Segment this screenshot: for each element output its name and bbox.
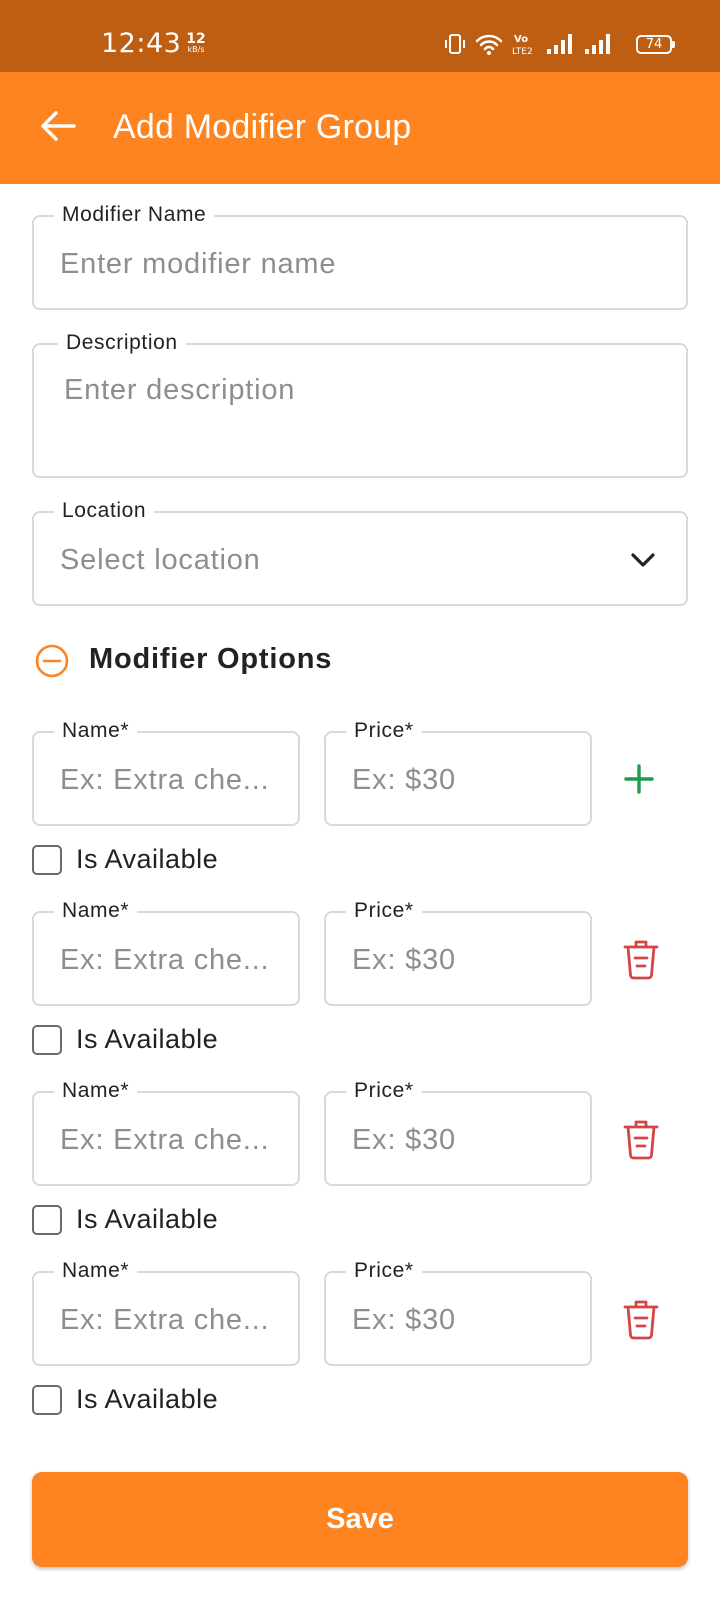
status-bar: 12:43 12 kB/s Vo LTE2 74: [0, 0, 720, 72]
delete-option-button[interactable]: [617, 1295, 665, 1343]
option-4-available-checkbox[interactable]: [32, 1385, 62, 1415]
option-1-name-field: Name*: [32, 718, 300, 826]
chevron-down-icon: [631, 553, 655, 567]
battery-indicator: 74: [636, 35, 675, 54]
option-3-name-field: Name*: [32, 1078, 300, 1186]
option-price-label: Price*: [346, 898, 422, 924]
option-4-price-input[interactable]: [352, 1302, 576, 1338]
description-field: Description: [32, 330, 688, 478]
option-price-label: Price*: [346, 718, 422, 744]
option-1-price-input[interactable]: [352, 762, 576, 798]
add-option-button[interactable]: [615, 755, 663, 803]
signal-strength-icon-2: [585, 34, 610, 54]
wifi-icon: [475, 34, 503, 55]
option-name-label: Name*: [54, 1078, 138, 1104]
option-2-name-input[interactable]: [60, 942, 284, 978]
location-selected-value: Select location: [60, 544, 261, 576]
option-4-name-input[interactable]: [60, 1302, 284, 1338]
option-3-price-input[interactable]: [352, 1122, 576, 1158]
option-price-label: Price*: [346, 1258, 422, 1284]
vibrate-icon: [445, 34, 465, 54]
plus-icon: [624, 764, 654, 794]
modifier-name-input[interactable]: [60, 246, 666, 282]
trash-icon: [623, 1300, 659, 1340]
option-2-price-field: Price*: [324, 898, 592, 1006]
svg-text:Vo: Vo: [514, 34, 528, 45]
svg-text:LTE2: LTE2: [512, 47, 533, 56]
modifier-name-label: Modifier Name: [54, 202, 215, 228]
signal-strength-icon: [547, 34, 572, 54]
option-3-available-checkbox[interactable]: [32, 1205, 62, 1235]
option-3-name-input[interactable]: [60, 1122, 284, 1158]
option-4-name-field: Name*: [32, 1258, 300, 1366]
delete-option-button[interactable]: [617, 1115, 665, 1163]
network-speed-unit: kB/s: [187, 45, 205, 54]
option-3-available-label: Is Available: [76, 1204, 219, 1234]
trash-icon: [623, 1120, 659, 1160]
description-input[interactable]: [64, 372, 666, 408]
option-2-available-label: Is Available: [76, 1024, 219, 1054]
network-speed: 12 kB/s: [182, 32, 210, 54]
option-4-available-label: Is Available: [76, 1384, 219, 1414]
modifier-options-title: Modifier Options: [89, 643, 333, 675]
option-2-name-field: Name*: [32, 898, 300, 1006]
location-select[interactable]: Location Select location: [32, 498, 688, 606]
app-bar: Add Modifier Group: [0, 72, 720, 184]
option-4-price-field: Price*: [324, 1258, 592, 1366]
modifier-name-field: Modifier Name: [32, 202, 688, 310]
trash-icon: [623, 940, 659, 980]
option-2-price-input[interactable]: [352, 942, 576, 978]
option-name-label: Name*: [54, 1258, 138, 1284]
option-1-price-field: Price*: [324, 718, 592, 826]
location-label: Location: [54, 498, 155, 524]
page-title: Add Modifier Group: [113, 108, 412, 146]
volte-icon: Vo LTE2: [512, 34, 533, 56]
option-1-available-label: Is Available: [76, 844, 219, 874]
arrow-left-icon: [41, 111, 76, 141]
option-name-label: Name*: [54, 718, 138, 744]
option-1-available-checkbox[interactable]: [32, 845, 62, 875]
description-label: Description: [58, 330, 186, 356]
option-3-price-field: Price*: [324, 1078, 592, 1186]
network-speed-value: 12: [186, 31, 206, 47]
option-price-label: Price*: [346, 1078, 422, 1104]
minus-circle-icon[interactable]: [34, 643, 70, 679]
back-button[interactable]: [30, 98, 86, 154]
option-1-name-input[interactable]: [60, 762, 284, 798]
status-time: 12:43: [101, 28, 182, 59]
option-name-label: Name*: [54, 898, 138, 924]
save-button[interactable]: Save: [32, 1472, 688, 1567]
delete-option-button[interactable]: [617, 935, 665, 983]
option-2-available-checkbox[interactable]: [32, 1025, 62, 1055]
